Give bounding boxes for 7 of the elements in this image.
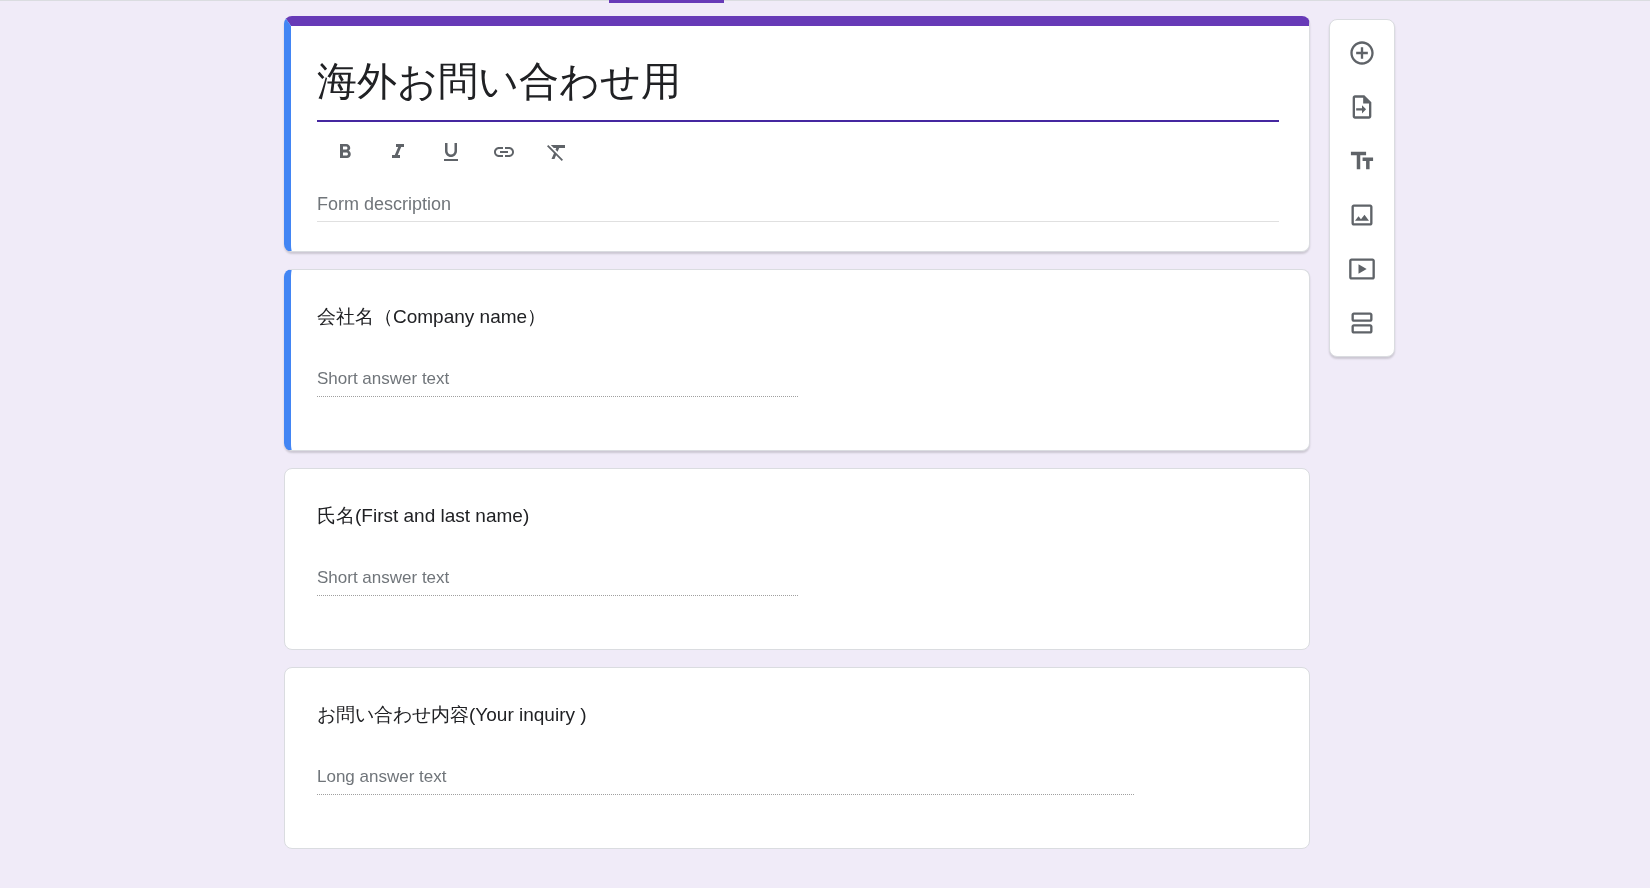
question-card[interactable]: 会社名（Company name） Short answer text	[284, 269, 1310, 451]
form-title-field[interactable]: 海外お問い合わせ用	[317, 56, 1279, 122]
question-card[interactable]: お問い合わせ内容(Your inquiry ) Long answer text	[284, 667, 1310, 849]
question-card[interactable]: 氏名(First and last name) Short answer text	[284, 468, 1310, 650]
question-title: 会社名（Company name）	[317, 305, 548, 329]
question-title: 氏名(First and last name)	[317, 504, 531, 528]
question-title: お問い合わせ内容(Your inquiry )	[317, 703, 588, 727]
